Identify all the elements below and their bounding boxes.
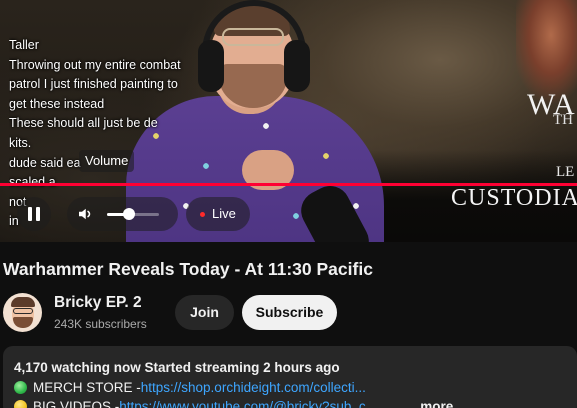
chat-line: patrol I just finished painting to [9, 77, 178, 92]
description-line: BIG VIDEOS - https://www.youtube.com/@br… [14, 399, 377, 408]
description-box[interactable]: 4,170 watching now Started streaming 2 h… [3, 346, 577, 408]
volume-icon[interactable] [76, 205, 94, 223]
subscribe-button[interactable]: Subscribe [242, 295, 337, 330]
big-videos-label: BIG VIDEOS - [33, 399, 120, 408]
description-line: MERCH STORE - https://shop.orchideight.c… [14, 380, 366, 395]
volume-control[interactable] [67, 197, 178, 231]
live-label: Live [212, 206, 236, 221]
volume-tooltip: Volume [79, 150, 135, 172]
volume-slider-handle[interactable] [123, 208, 135, 220]
overlay-le-text: LE [556, 164, 575, 180]
chat-line: These should all just be de [9, 116, 158, 131]
channel-name[interactable]: Bricky EP. 2 [54, 294, 142, 312]
live-dot-icon [200, 211, 205, 217]
chat-line: Taller [9, 38, 39, 52]
video-player[interactable]: WA TH LE CUSTODIA Taller Throwing out my… [0, 0, 577, 242]
big-videos-link[interactable]: https://www.youtube.com/@bricky?sub_c... [119, 399, 377, 408]
yellow-circle-icon [14, 400, 27, 408]
channel-avatar[interactable] [3, 293, 42, 332]
progress-bar[interactable] [0, 183, 577, 186]
overlay-subtitle-text: TH [553, 112, 573, 128]
chat-line: get these instead [9, 96, 105, 111]
merch-label: MERCH STORE - [33, 380, 141, 395]
pause-button[interactable] [17, 197, 51, 231]
merch-link[interactable]: https://shop.orchideight.com/collecti... [141, 380, 366, 395]
green-circle-icon [14, 381, 27, 394]
live-button[interactable]: Live [186, 197, 250, 231]
show-more-button[interactable]: ...more [409, 399, 453, 408]
chat-line: Throwing out my entire combat [9, 57, 181, 72]
subscriber-count: 243K subscribers [54, 317, 147, 331]
join-button[interactable]: Join [175, 295, 234, 330]
stream-stats: 4,170 watching now Started streaming 2 h… [14, 360, 340, 375]
overlay-custodia-text: CUSTODIA [451, 185, 577, 211]
video-title: Warhammer Reveals Today - At 11:30 Pacif… [3, 259, 373, 279]
